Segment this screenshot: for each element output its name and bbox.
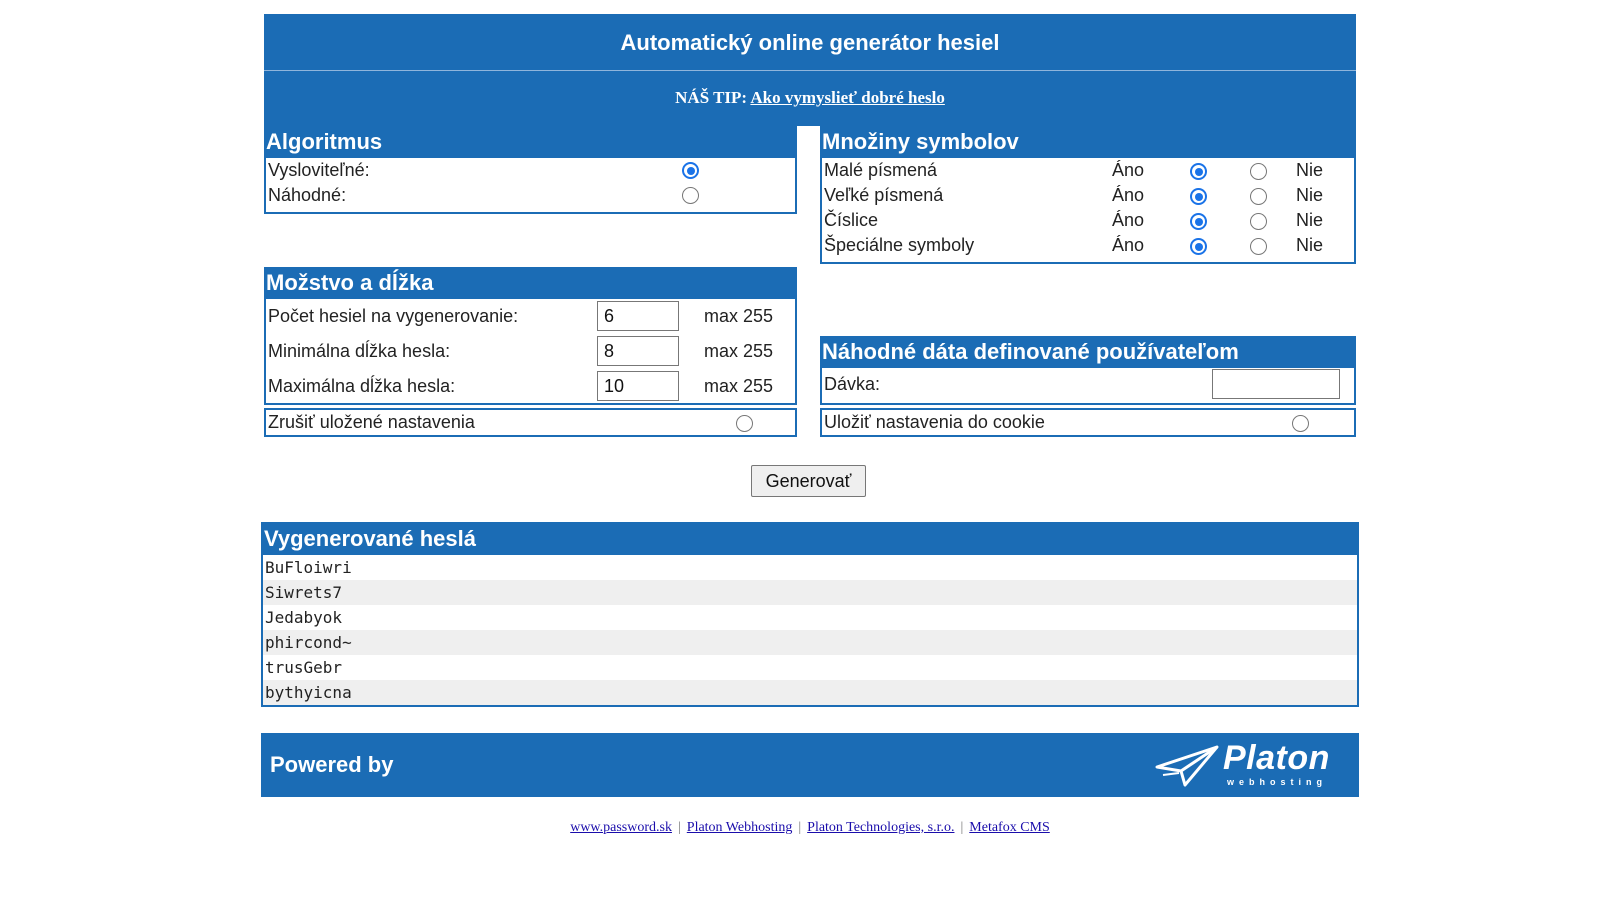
random-radio[interactable] — [682, 187, 699, 204]
algorithm-option-pronounceable[interactable]: Vysloviteľné: — [266, 158, 795, 183]
max-label: max 255 — [704, 376, 774, 396]
quantity-input[interactable]: 8 — [597, 336, 679, 366]
footer-link[interactable]: Metafox CMS — [969, 820, 1050, 835]
results-panel: Vygenerované heslá BuFloiwri Siwrets7 Jeda… — [261, 522, 1359, 707]
algorithm-panel: Algoritmus Vysloviteľné: Náhodné: — [264, 126, 797, 214]
footer-separator: | — [677, 820, 681, 835]
tip-link[interactable]: Ako vymyslieť dobré heslo — [750, 88, 944, 107]
max-label: max 255 — [704, 306, 774, 326]
symbol-label: Špeciálne symboly — [824, 235, 975, 255]
pronounceable-radio[interactable] — [682, 162, 699, 179]
powered-by-text: Powered by — [270, 752, 394, 777]
powered-by-banner: Powered by Platon webhosting — [261, 733, 1359, 797]
footer-separator: | — [960, 820, 964, 835]
save-cookie-label: Uložiť nastavenia do cookie — [824, 412, 1045, 432]
quantity-label: Počet hesiel na vygenerovanie: — [268, 306, 519, 326]
yes-label: Áno — [1112, 160, 1145, 180]
password-row: Jedabyok — [265, 608, 343, 627]
symbol-row: Veľké písmená Áno Nie — [822, 183, 1354, 208]
no-label: Nie — [1296, 210, 1324, 230]
symbol-row: Číslice Áno Nie — [822, 208, 1354, 233]
quantity-title: Možstvo a dĺžka — [264, 267, 797, 299]
quantity-input[interactable]: 10 — [597, 371, 679, 401]
yes-radio[interactable] — [1190, 188, 1207, 205]
quantity-row: Maximálna dĺžka hesla: 10 max 255 — [266, 369, 795, 404]
symbol-label: Veľké písmená — [824, 185, 944, 205]
password-row: bythyicna — [263, 680, 1357, 705]
quantity-input[interactable]: 6 — [597, 301, 679, 331]
quantity-label: Maximálna dĺžka hesla: — [268, 376, 456, 396]
footer-link[interactable]: www.password.sk — [570, 820, 672, 835]
no-label: Nie — [1296, 160, 1324, 180]
reset-settings-label: Zrušiť uložené nastavenia — [268, 412, 475, 432]
symbol-label: Číslice — [824, 210, 879, 230]
platon-logo-word: Platon — [1223, 739, 1330, 777]
symbol-row: Malé písmená Áno Nie — [822, 158, 1354, 183]
batch-input[interactable] — [1212, 369, 1340, 399]
no-label: Nie — [1296, 185, 1324, 205]
quantity-label: Minimálna dĺžka hesla: — [268, 341, 451, 361]
no-radio[interactable] — [1250, 163, 1267, 180]
save-cookie-row[interactable]: Uložiť nastavenia do cookie — [820, 408, 1356, 437]
page-header: Automatický online generátor hesiel NÁŠ … — [264, 14, 1356, 126]
tip-prefix: NÁŠ TIP: — [675, 88, 748, 107]
reset-settings-radio[interactable] — [736, 415, 753, 432]
platon-logo-sub: webhosting — [1227, 777, 1327, 787]
yes-label: Áno — [1112, 185, 1145, 205]
password-row: trusGebr — [265, 658, 343, 677]
footer-link[interactable]: Platon Webhosting — [687, 820, 793, 835]
yes-radio[interactable] — [1190, 238, 1207, 255]
platon-logo[interactable]: Platon webhosting — [1155, 739, 1345, 791]
yes-label: Áno — [1112, 235, 1145, 255]
no-radio[interactable] — [1250, 213, 1267, 230]
batch-label: Dávka: — [824, 374, 881, 394]
yes-radio[interactable] — [1190, 163, 1207, 180]
results-title: Vygenerované heslá — [261, 522, 1359, 555]
random-data-title: Náhodné dáta definované používateľom — [820, 336, 1356, 368]
reset-settings-row[interactable]: Zrušiť uložené nastavenia — [264, 408, 797, 437]
page-title: Automatický online generátor hesiel — [264, 14, 1356, 71]
symbol-label: Malé písmená — [824, 160, 938, 180]
no-label: Nie — [1296, 235, 1324, 255]
symbol-row: Špeciálne symboly Áno Nie — [822, 233, 1354, 258]
no-radio[interactable] — [1250, 188, 1267, 205]
random-data-panel: Náhodné dáta definované používateľom Dáv… — [820, 336, 1356, 405]
password-row: Siwrets7 — [263, 580, 1357, 605]
tip-bar: NÁŠ TIP: Ako vymyslieť dobré heslo — [264, 71, 1356, 126]
quantity-panel: Možstvo a dĺžka Počet hesiel na vygenero… — [264, 267, 797, 405]
footer-separator: | — [798, 820, 802, 835]
yes-label: Áno — [1112, 210, 1145, 230]
generate-button[interactable]: Generovať — [751, 465, 866, 497]
footer-links: www.password.sk | Platon Webhosting | Platon… — [0, 820, 1600, 836]
symbol-sets-title: Množiny symbolov — [820, 126, 1356, 158]
symbol-sets-panel: Množiny symbolov Malé písmená Áno Nie Veľké… — [820, 126, 1356, 264]
algorithm-option-label: Náhodné: — [268, 185, 347, 205]
password-row: BuFloiwri — [265, 558, 352, 577]
no-radio[interactable] — [1250, 238, 1267, 255]
paper-plane-icon — [1155, 745, 1219, 787]
yes-radio[interactable] — [1190, 213, 1207, 230]
password-row: phircond~ — [263, 630, 1357, 655]
algorithm-option-label: Vysloviteľné: — [268, 160, 370, 180]
quantity-row: Počet hesiel na vygenerovanie: 6 max 255 — [266, 299, 795, 334]
save-cookie-radio[interactable] — [1292, 415, 1309, 432]
algorithm-option-random[interactable]: Náhodné: — [266, 183, 795, 208]
max-label: max 255 — [704, 341, 774, 361]
footer-link[interactable]: Platon Technologies, s.r.o. — [807, 820, 954, 835]
algorithm-title: Algoritmus — [264, 126, 797, 158]
quantity-row: Minimálna dĺžka hesla: 8 max 255 — [266, 334, 795, 369]
